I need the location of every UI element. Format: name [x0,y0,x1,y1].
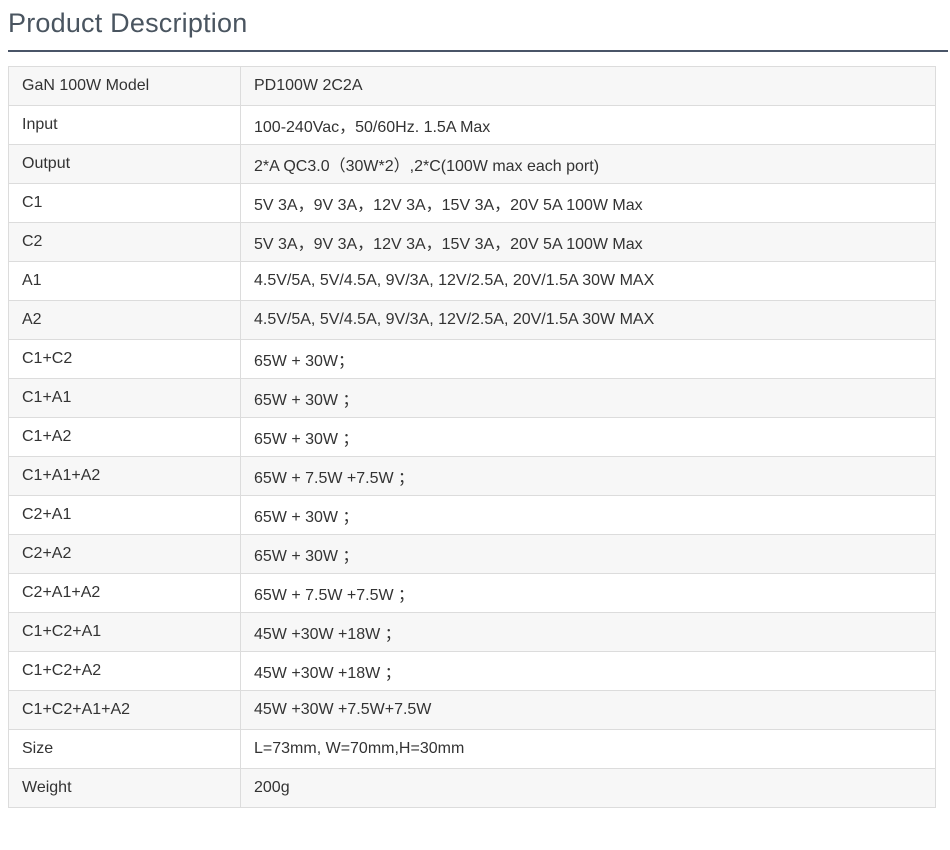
table-row: C1+C2+A1 45W +30W +18W ； [8,612,936,652]
spec-label: Weight [8,768,241,808]
spec-value: 4.5V/5A, 5V/4.5A, 9V/3A, 12V/2.5A, 20V/1… [240,261,936,301]
table-row: C1+C2 65W + 30W； [8,339,936,379]
table-row: GaN 100W Model PD100W 2C2A [8,66,936,106]
spec-label: C2 [8,222,241,262]
spec-value: PD100W 2C2A [240,66,936,106]
table-row: C2 5V 3A，9V 3A，12V 3A，15V 3A，20V 5A 100W… [8,222,936,262]
table-row: C2+A2 65W + 30W ； [8,534,936,574]
spec-label: Size [8,729,241,769]
table-row: Weight 200g [8,768,936,808]
spec-label: C1+C2+A1 [8,612,241,652]
table-row: C2+A1+A2 65W + 7.5W +7.5W ； [8,573,936,613]
table-row: C1+A2 65W + 30W ； [8,417,936,457]
spec-value: 2*A QC3.0（30W*2）,2*C(100W max each port) [240,144,936,184]
spec-value: 100-240Vac，50/60Hz. 1.5A Max [240,105,936,145]
spec-label: A1 [8,261,241,301]
spec-label: C1+A1 [8,378,241,418]
spec-label: Output [8,144,241,184]
spec-value: 200g [240,768,936,808]
spec-label: C2+A2 [8,534,241,574]
table-row: C2+A1 65W + 30W ； [8,495,936,535]
spec-value: 45W +30W +7.5W+7.5W [240,690,936,730]
table-row: Output 2*A QC3.0（30W*2）,2*C(100W max eac… [8,144,936,184]
spec-label: C2+A1+A2 [8,573,241,613]
page-header: Product Description [8,0,948,52]
spec-label: GaN 100W Model [8,66,241,106]
spec-label: C1+C2+A1+A2 [8,690,241,730]
table-row: Input 100-240Vac，50/60Hz. 1.5A Max [8,105,936,145]
spec-value: 45W +30W +18W ； [240,651,936,691]
spec-label: Input [8,105,241,145]
table-row: C1+C2+A2 45W +30W +18W ； [8,651,936,691]
spec-value: 65W + 7.5W +7.5W ； [240,573,936,613]
spec-value: 65W + 7.5W +7.5W ； [240,456,936,496]
spec-value: 65W + 30W； [240,339,936,379]
spec-label: C1+C2 [8,339,241,379]
spec-label: C2+A1 [8,495,241,535]
table-row: C1+C2+A1+A2 45W +30W +7.5W+7.5W [8,690,936,730]
spec-label: C1+C2+A2 [8,651,241,691]
spec-value: 5V 3A，9V 3A，12V 3A，15V 3A，20V 5A 100W Ma… [240,222,936,262]
table-row: C1 5V 3A，9V 3A，12V 3A，15V 3A，20V 5A 100W… [8,183,936,223]
spec-value: 5V 3A，9V 3A，12V 3A，15V 3A，20V 5A 100W Ma… [240,183,936,223]
spec-value: 65W + 30W ； [240,495,936,535]
spec-value: 65W + 30W ； [240,378,936,418]
spec-label: C1 [8,183,241,223]
table-row: C1+A1+A2 65W + 7.5W +7.5W ； [8,456,936,496]
spec-value: 65W + 30W ； [240,417,936,457]
table-row: A1 4.5V/5A, 5V/4.5A, 9V/3A, 12V/2.5A, 20… [8,261,936,301]
table-row: Size L=73mm, W=70mm,H=30mm [8,729,936,769]
spec-table: GaN 100W Model PD100W 2C2A Input 100-240… [8,66,936,808]
spec-value: L=73mm, W=70mm,H=30mm [240,729,936,769]
page-title: Product Description [8,8,248,38]
spec-value: 65W + 30W ； [240,534,936,574]
spec-label: C1+A2 [8,417,241,457]
spec-value: 45W +30W +18W ； [240,612,936,652]
spec-value: 4.5V/5A, 5V/4.5A, 9V/3A, 12V/2.5A, 20V/1… [240,300,936,340]
spec-label: C1+A1+A2 [8,456,241,496]
spec-label: A2 [8,300,241,340]
table-row: C1+A1 65W + 30W ； [8,378,936,418]
table-row: A2 4.5V/5A, 5V/4.5A, 9V/3A, 12V/2.5A, 20… [8,300,936,340]
